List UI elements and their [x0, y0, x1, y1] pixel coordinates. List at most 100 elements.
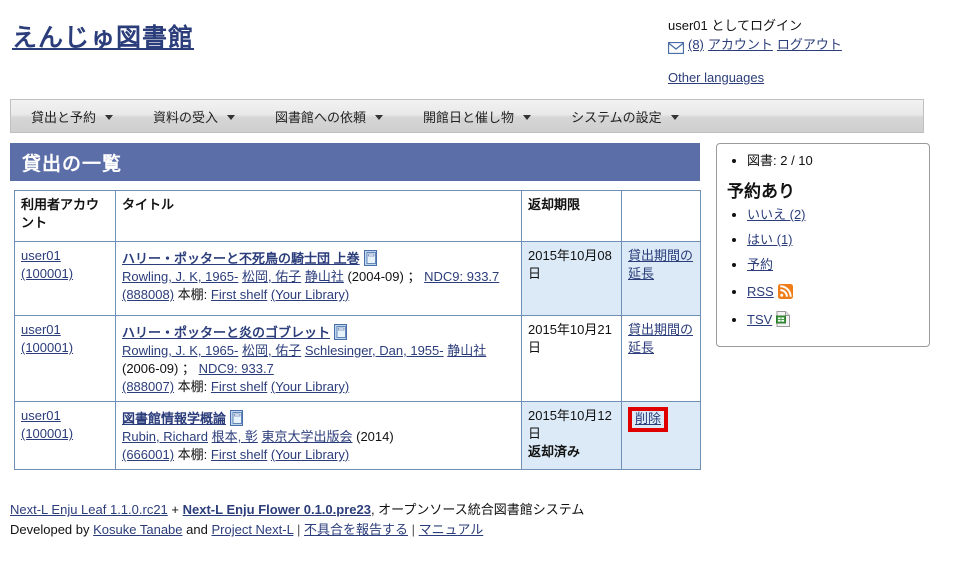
library-link[interactable]: (Your Library) — [271, 447, 349, 462]
delete-link[interactable]: 削除 — [635, 411, 661, 426]
publisher-link[interactable]: 東京大学出版会 — [261, 429, 352, 444]
delete-highlight-box: 削除 — [628, 407, 669, 432]
library-link[interactable]: (Your Library) — [271, 379, 349, 394]
book-icon — [334, 324, 348, 340]
translator-link[interactable]: 松岡, 佑子 — [242, 269, 301, 284]
rss-icon[interactable] — [777, 284, 793, 299]
column-header-title: タイトル — [115, 190, 522, 242]
logout-link[interactable]: ログアウト — [777, 35, 842, 54]
account-id-link[interactable]: (100001) — [21, 426, 73, 441]
table-row: user01 (100001) ハリー・ポッターと炎のゴブレット Rowling… — [14, 315, 701, 402]
site-title-link[interactable]: えんじゅ図書館 — [12, 18, 194, 54]
report-bug-link[interactable]: 不具合を報告する — [304, 522, 408, 537]
cell-title: ハリー・ポッターと不死鳥の騎士団 上巻 Rowling, J. K, 1965-… — [115, 241, 522, 316]
divider: | — [296, 522, 301, 537]
author-link[interactable]: Rubin, Richard — [122, 429, 208, 444]
account-id-link[interactable]: (100001) — [21, 340, 73, 355]
cell-due-date: 2015年10月12日 返却済み — [521, 401, 622, 470]
envelope-icon — [667, 40, 685, 54]
cell-account: user01 (100001) — [14, 401, 116, 470]
menu-item-acquisition[interactable]: 資料の受入 — [133, 100, 255, 132]
library-link[interactable]: (Your Library) — [271, 287, 349, 302]
menu-item-events[interactable]: 開館日と催し物 — [403, 100, 551, 132]
sidebar-links-list: いいえ (2) はい (1) 予約 RSS TSV — [727, 206, 919, 328]
account-link[interactable]: アカウント — [708, 35, 773, 54]
publisher-link[interactable]: 静山社 — [305, 269, 344, 284]
cell-action: 貸出期間の延長 — [621, 241, 701, 316]
divider: | — [411, 522, 416, 537]
footer-credits-line: Developed by Kosuke Tanabe and Project N… — [10, 520, 710, 540]
item-title-link[interactable]: ハリー・ポッターと不死鳥の騎士団 上巻 — [122, 251, 360, 266]
publisher-link[interactable]: 静山社 — [447, 343, 486, 358]
menu-item-label: 開館日と催し物 — [423, 109, 515, 125]
footer: Next-L Enju Leaf 1.1.0.rc21 + Next-L Enj… — [10, 500, 710, 540]
shelf-label: 本棚: — [177, 287, 208, 302]
classification-link[interactable]: NDC9: 933.7 — [199, 361, 274, 376]
item-title-link[interactable]: ハリー・ポッターと炎のゴブレット — [122, 325, 330, 340]
item-id-link[interactable]: (666001) — [122, 447, 174, 462]
menu-item-label: システムの設定 — [571, 109, 662, 125]
shelf-link[interactable]: First shelf — [211, 447, 267, 462]
sidebar-heading: 予約あり — [727, 182, 795, 201]
other-languages-link[interactable]: Other languages — [668, 70, 764, 85]
footer-plus: + — [171, 502, 179, 517]
sidebar-item-yes[interactable]: はい (1) — [747, 232, 793, 247]
message-count-link[interactable]: (8) — [688, 35, 704, 54]
cell-account: user01 (100001) — [14, 241, 116, 316]
publication-date: (2006-09) — [122, 361, 179, 376]
spreadsheet-icon[interactable] — [776, 311, 791, 327]
sidebar-item-no[interactable]: いいえ (2) — [747, 207, 806, 222]
table-row: user01 (100001) ハリー・ポッターと不死鳥の騎士団 上巻 Rowl… — [14, 241, 701, 316]
shelf-label: 本棚: — [177, 379, 208, 394]
author-link[interactable]: Rowling, J. K, 1965- — [122, 343, 238, 358]
translator2-link[interactable]: Schlesinger, Dan, 1955- — [305, 343, 444, 358]
user-actions: (8) アカウント ログアウト — [667, 35, 953, 54]
footer-tagline: , オープンソース統合図書館システム — [370, 502, 585, 517]
chevron-down-icon — [523, 114, 532, 120]
account-user-link[interactable]: user01 — [21, 322, 61, 337]
item-title-link[interactable]: 図書館情報学概論 — [122, 411, 226, 426]
cell-action: 貸出期間の延長 — [621, 315, 701, 402]
and-label: and — [186, 522, 208, 537]
list-item: 予約 — [747, 256, 919, 273]
account-user-link[interactable]: user01 — [21, 408, 61, 423]
account-id-link[interactable]: (100001) — [21, 266, 73, 281]
sidebar-item-reserve[interactable]: 予約 — [747, 257, 773, 272]
author-link[interactable]: Rowling, J. K, 1965- — [122, 269, 238, 284]
sidebar-item-tsv[interactable]: TSV — [747, 312, 772, 327]
translator-link[interactable]: 根本, 彰 — [212, 429, 258, 444]
item-id-link[interactable]: (888007) — [122, 379, 174, 394]
classification-link[interactable]: NDC9: 933.7 — [424, 269, 499, 284]
translator-link[interactable]: 松岡, 佑子 — [242, 343, 301, 358]
item-id-link[interactable]: (888008) — [122, 287, 174, 302]
menu-item-label: 貸出と予約 — [31, 109, 97, 125]
user-info-box: user01 としてログイン (8) アカウント ログアウト — [667, 16, 953, 54]
enju-flower-link[interactable]: Next-L Enju Flower 0.1.0.pre23 — [183, 502, 371, 517]
extend-loan-link[interactable]: 貸出期間の延長 — [628, 322, 693, 355]
login-status: user01 としてログイン — [668, 18, 802, 33]
column-header-account: 利用者アカウント — [14, 190, 116, 242]
manual-link[interactable]: マニュアル — [419, 522, 484, 537]
publication-date: (2004-09) — [347, 269, 404, 284]
sidebar-item-rss[interactable]: RSS — [747, 284, 774, 299]
column-header-action — [621, 190, 701, 242]
extend-loan-link[interactable]: 貸出期間の延長 — [628, 248, 693, 281]
shelf-label: 本棚: — [177, 447, 208, 462]
field-separator: ； — [182, 361, 196, 376]
shelf-link[interactable]: First shelf — [211, 287, 267, 302]
chevron-down-icon — [670, 114, 679, 120]
developer-link[interactable]: Kosuke Tanabe — [93, 522, 182, 537]
shelf-link[interactable]: First shelf — [211, 379, 267, 394]
list-item: RSS — [747, 281, 919, 300]
menu-item-loans[interactable]: 貸出と予約 — [11, 100, 133, 132]
menu-item-requests[interactable]: 図書館への依頼 — [255, 100, 403, 132]
enju-leaf-link[interactable]: Next-L Enju Leaf 1.1.0.rc21 — [10, 502, 168, 517]
cell-title: 図書館情報学概論 Rubin, Richard 根本, 彰 東京大学出版会 (2… — [115, 401, 522, 470]
sidebar-panel: 図書: 2 / 10 予約あり いいえ (2) はい (1) 予約 RSS TS… — [716, 143, 930, 347]
account-user-link[interactable]: user01 — [21, 248, 61, 263]
cell-title: ハリー・ポッターと炎のゴブレット Rowling, J. K, 1965- 松岡… — [115, 315, 522, 402]
list-item: いいえ (2) — [747, 206, 919, 223]
project-link[interactable]: Project Next-L — [211, 522, 293, 537]
menu-item-settings[interactable]: システムの設定 — [551, 100, 699, 132]
due-date: 2015年10月21日 — [528, 322, 612, 355]
